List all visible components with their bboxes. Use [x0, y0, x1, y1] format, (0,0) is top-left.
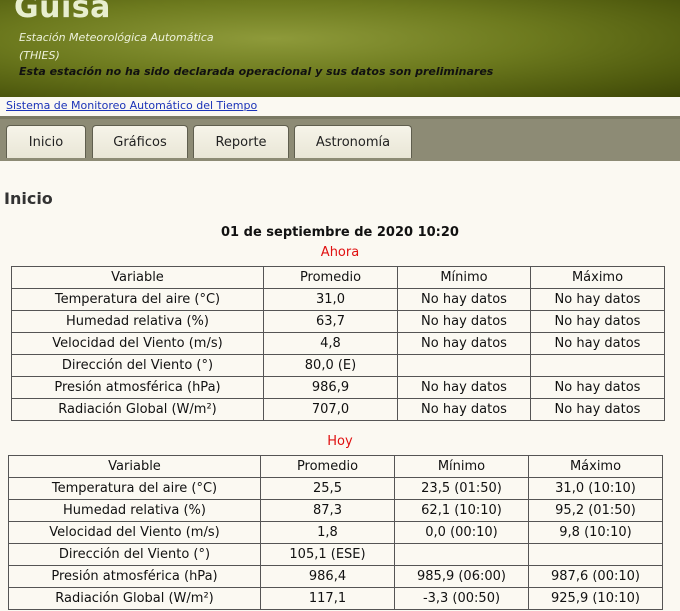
- table-row: Radiación Global (W/m²) 707,0 No hay datos…: [11, 399, 665, 421]
- variable-cell: Radiación Global (W/m²): [8, 588, 261, 610]
- tab-astronomia[interactable]: Astronomía: [294, 125, 412, 158]
- column-header: Máximo: [531, 266, 665, 289]
- value-cell: 31,0: [264, 289, 398, 311]
- column-header: Mínimo: [398, 266, 531, 289]
- preliminary-warning: Esta estación no ha sido declarada opera…: [19, 65, 494, 78]
- value-cell: 1,8: [261, 522, 395, 544]
- now-table: Variable Promedio Mínimo Máximo Temperatura …: [11, 266, 665, 421]
- table-row: Dirección del Viento (°) 105,1 (ESE): [8, 544, 663, 566]
- station-type: Estación Meteorológica Automática: [19, 31, 214, 44]
- column-header: Variable: [8, 455, 261, 478]
- tab-reporte[interactable]: Reporte: [193, 125, 289, 158]
- table-header-row: Variable Promedio Mínimo Máximo: [8, 455, 663, 478]
- value-cell: No hay datos: [398, 399, 531, 421]
- value-cell: No hay datos: [398, 289, 531, 311]
- variable-cell: Velocidad del Viento (m/s): [11, 333, 264, 355]
- table-row: Humedad relativa (%) 63,7 No hay datos No h…: [11, 311, 665, 333]
- table-row: Temperatura del aire (°C) 25,5 23,5 (01:50…: [8, 478, 663, 500]
- variable-cell: Humedad relativa (%): [11, 311, 264, 333]
- value-cell: [531, 355, 665, 377]
- table-row: Presión atmosférica (hPa) 986,4 985,9 (06:…: [8, 566, 663, 588]
- value-cell: 105,1 (ESE): [261, 544, 395, 566]
- value-cell: 80,0 (E): [264, 355, 398, 377]
- value-cell: No hay datos: [531, 289, 665, 311]
- table-row: Velocidad del Viento (m/s) 1,8 0,0 (00:10)…: [8, 522, 663, 544]
- value-cell: 4,8: [264, 333, 398, 355]
- observation-datetime: 01 de septiembre de 2020 10:20: [221, 225, 459, 240]
- tab-inicio[interactable]: Inicio: [6, 125, 86, 158]
- table-row: Presión atmosférica (hPa) 986,9 No hay dat…: [11, 377, 665, 399]
- value-cell: [529, 544, 663, 566]
- tab-graficos[interactable]: Gráficos: [92, 125, 188, 158]
- value-cell: No hay datos: [398, 333, 531, 355]
- value-cell: 707,0: [264, 399, 398, 421]
- value-cell: 23,5 (01:50): [395, 478, 529, 500]
- variable-cell: Temperatura del aire (°C): [11, 289, 264, 311]
- variable-cell: Presión atmosférica (hPa): [8, 566, 261, 588]
- value-cell: 985,9 (06:00): [395, 566, 529, 588]
- value-cell: 25,5: [261, 478, 395, 500]
- value-cell: -3,3 (00:50): [395, 588, 529, 610]
- value-cell: 62,1 (10:10): [395, 500, 529, 522]
- column-header: Mínimo: [395, 455, 529, 478]
- station-code: (THIES): [19, 49, 60, 62]
- value-cell: No hay datos: [531, 377, 665, 399]
- value-cell: No hay datos: [531, 333, 665, 355]
- value-cell: 925,9 (10:10): [529, 588, 663, 610]
- variable-cell: Presión atmosférica (hPa): [11, 377, 264, 399]
- value-cell: 9,8 (10:10): [529, 522, 663, 544]
- value-cell: 986,9: [264, 377, 398, 399]
- today-table: Variable Promedio Mínimo Máximo Temperatura …: [8, 455, 663, 610]
- value-cell: 31,0 (10:10): [529, 478, 663, 500]
- value-cell: 0,0 (00:10): [395, 522, 529, 544]
- table-header-row: Variable Promedio Mínimo Máximo: [11, 266, 665, 289]
- value-cell: 986,4: [261, 566, 395, 588]
- station-name: Guisa: [14, 0, 111, 25]
- value-cell: [398, 355, 531, 377]
- variable-cell: Dirección del Viento (°): [11, 355, 264, 377]
- variable-cell: Humedad relativa (%): [8, 500, 261, 522]
- value-cell: No hay datos: [531, 311, 665, 333]
- value-cell: 987,6 (00:10): [529, 566, 663, 588]
- column-header: Promedio: [264, 266, 398, 289]
- variable-cell: Temperatura del aire (°C): [8, 478, 261, 500]
- column-header: Variable: [11, 266, 264, 289]
- column-header: Promedio: [261, 455, 395, 478]
- value-cell: 117,1: [261, 588, 395, 610]
- column-header: Máximo: [529, 455, 663, 478]
- page-title: Inicio: [4, 189, 53, 208]
- value-cell: 63,7: [264, 311, 398, 333]
- value-cell: No hay datos: [531, 399, 665, 421]
- station-header: Guisa Estación Meteorológica Automática …: [0, 0, 680, 97]
- table-row: Dirección del Viento (°) 80,0 (E): [11, 355, 665, 377]
- value-cell: 95,2 (01:50): [529, 500, 663, 522]
- table-row: Humedad relativa (%) 87,3 62,1 (10:10) 95,2…: [8, 500, 663, 522]
- value-cell: [395, 544, 529, 566]
- variable-cell: Dirección del Viento (°): [8, 544, 261, 566]
- table-row: Velocidad del Viento (m/s) 4,8 No hay dato…: [11, 333, 665, 355]
- today-caption: Hoy: [327, 434, 353, 449]
- value-cell: No hay datos: [398, 311, 531, 333]
- table-row: Temperatura del aire (°C) 31,0 No hay dato…: [11, 289, 665, 311]
- now-caption: Ahora: [320, 245, 360, 260]
- system-link[interactable]: Sistema de Monitoreo Automático del Tiem…: [6, 99, 257, 112]
- value-cell: No hay datos: [398, 377, 531, 399]
- link-bar: Sistema de Monitoreo Automático del Tiem…: [0, 97, 680, 116]
- table-row: Radiación Global (W/m²) 117,1 -3,3 (00:50)…: [8, 588, 663, 610]
- tab-bar: Inicio Gráficos Reporte Astronomía: [0, 116, 680, 161]
- value-cell: 87,3: [261, 500, 395, 522]
- variable-cell: Radiación Global (W/m²): [11, 399, 264, 421]
- variable-cell: Velocidad del Viento (m/s): [8, 522, 261, 544]
